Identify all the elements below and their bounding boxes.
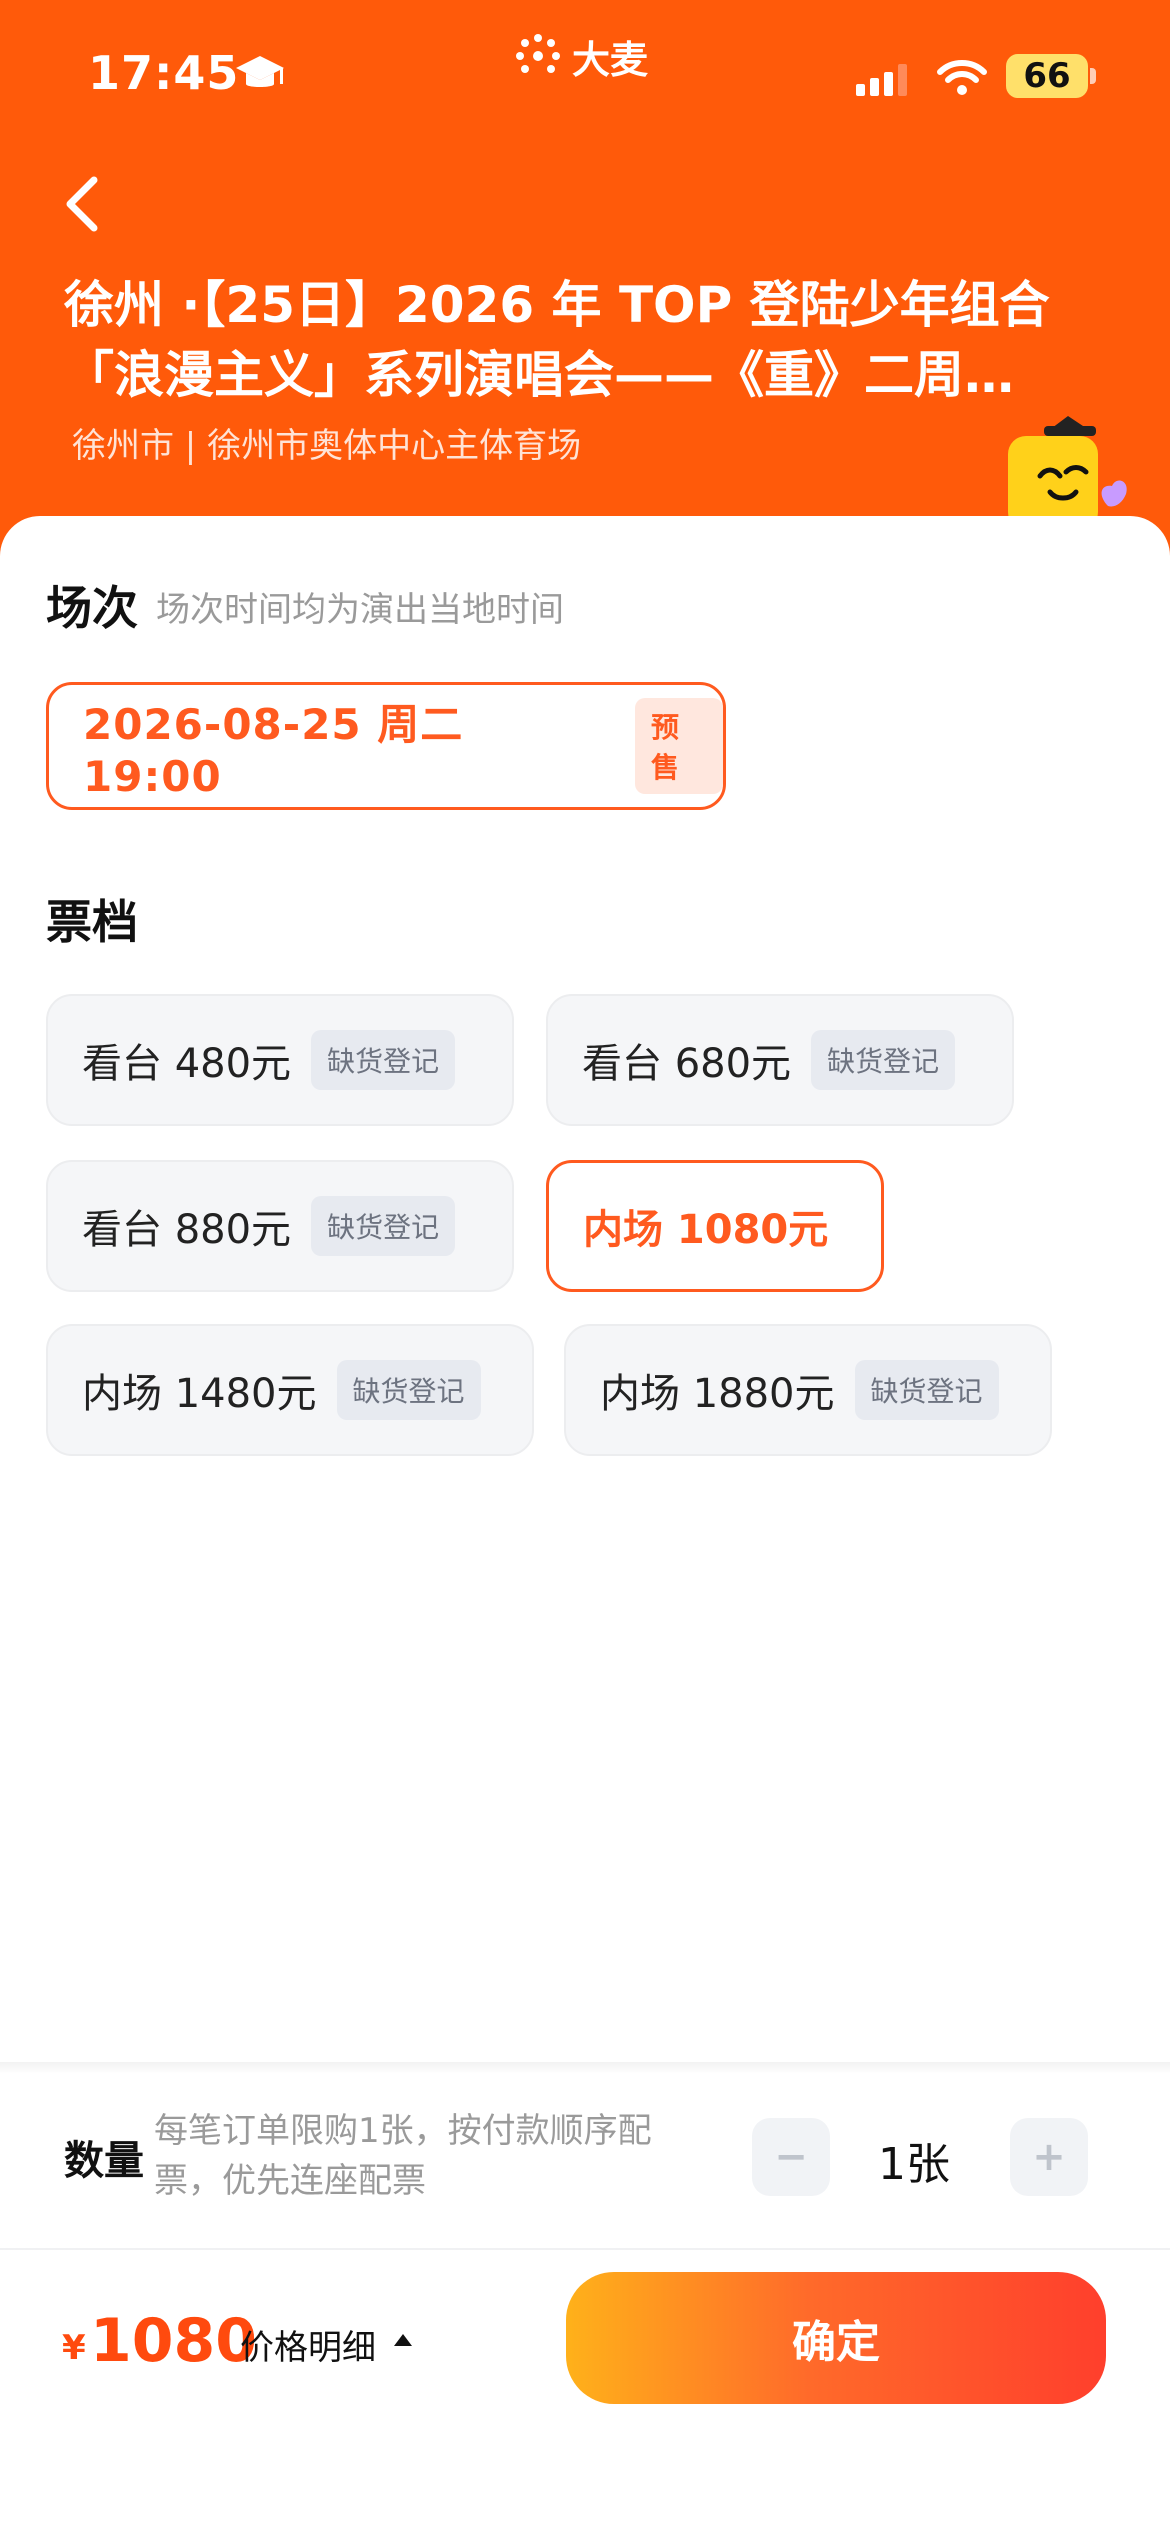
currency-symbol: ¥	[62, 2328, 86, 2368]
out-of-stock-badge: 缺货登记	[811, 1030, 956, 1090]
cellular-signal-icon	[856, 64, 907, 96]
out-of-stock-badge: 缺货登记	[854, 1360, 999, 1420]
quantity-increase-button[interactable]: +	[1010, 2118, 1088, 2196]
plus-icon: +	[1032, 2134, 1066, 2180]
tier-label: 内场 1480元	[82, 1371, 317, 1417]
out-of-stock-badge: 缺货登记	[336, 1360, 481, 1420]
out-of-stock-badge: 缺货登记	[311, 1030, 456, 1090]
tiers-title: 票档	[46, 895, 138, 949]
content-card	[0, 516, 1170, 2532]
tier-option[interactable]: 内场 1880元 缺货登记	[564, 1324, 1052, 1456]
brand-logo: 大麦	[512, 30, 648, 82]
out-of-stock-badge: 缺货登记	[311, 1196, 456, 1256]
graduation-cap-icon	[236, 56, 284, 87]
confirm-label: 确定	[792, 2317, 880, 2368]
battery-indicator: 66	[1006, 54, 1088, 98]
brand-logo-icon	[516, 34, 560, 73]
session-title: 场次	[46, 581, 138, 635]
tier-option[interactable]: 看台 680元 缺货登记	[546, 994, 1014, 1126]
minus-icon: −	[774, 2134, 808, 2180]
quantity-label: 数量	[64, 2138, 144, 2184]
tier-label: 看台 680元	[582, 1041, 792, 1087]
status-time: 17:45	[88, 46, 240, 100]
confirm-button[interactable]: 确定	[566, 2272, 1106, 2404]
total-price: 1080	[90, 2306, 257, 2376]
quantity-value: 1张	[878, 2139, 950, 2190]
mascot-icon	[1008, 416, 1127, 530]
session-subtitle: 场次时间均为演出当地时间	[156, 590, 564, 630]
tier-option[interactable]: 看台 880元 缺货登记	[46, 1160, 514, 1292]
bottom-safe-area	[0, 2440, 1170, 2532]
tier-option[interactable]: 看台 480元 缺货登记	[46, 994, 514, 1126]
tier-label: 内场 1880元	[600, 1371, 835, 1417]
event-title: 徐州 ·【25日】2026 年 TOP 登陆少年组合「浪漫主义」系列演唱会——《…	[64, 276, 1050, 404]
battery-level: 66	[1023, 56, 1071, 96]
wifi-icon	[937, 60, 987, 95]
presale-badge: 预售	[635, 698, 723, 794]
bottom-shadow	[0, 2062, 1170, 2074]
tier-label: 看台 880元	[82, 1207, 292, 1253]
session-option-selected[interactable]: 2026-08-25 周二 19:00 预售	[46, 682, 726, 810]
quantity-decrease-button[interactable]: −	[752, 2118, 830, 2196]
quantity-note: 每笔订单限购1张，按付款顺序配票，优先连座配票	[154, 2111, 652, 2201]
tier-option[interactable]: 内场 1480元 缺货登记	[46, 1324, 534, 1456]
divider	[0, 2248, 1170, 2250]
caret-up-icon[interactable]	[394, 2334, 412, 2346]
back-button[interactable]	[58, 172, 106, 236]
tier-label: 内场 1080元	[583, 1207, 829, 1253]
tier-label: 看台 480元	[82, 1041, 292, 1087]
tier-option-selected[interactable]: 内场 1080元	[546, 1160, 884, 1292]
brand-name: 大麦	[572, 37, 649, 82]
header: 17:45 大麦 66 徐州 ·【25日】2026 年 TOP 登陆少年组合「浪…	[0, 0, 1170, 560]
session-datetime: 2026-08-25 周二 19:00	[83, 700, 464, 801]
price-detail-button[interactable]: 价格明细	[240, 2320, 376, 2369]
battery-tip	[1090, 68, 1096, 84]
event-venue: 徐州市 | 徐州市奥体中心主体育场	[72, 426, 582, 466]
